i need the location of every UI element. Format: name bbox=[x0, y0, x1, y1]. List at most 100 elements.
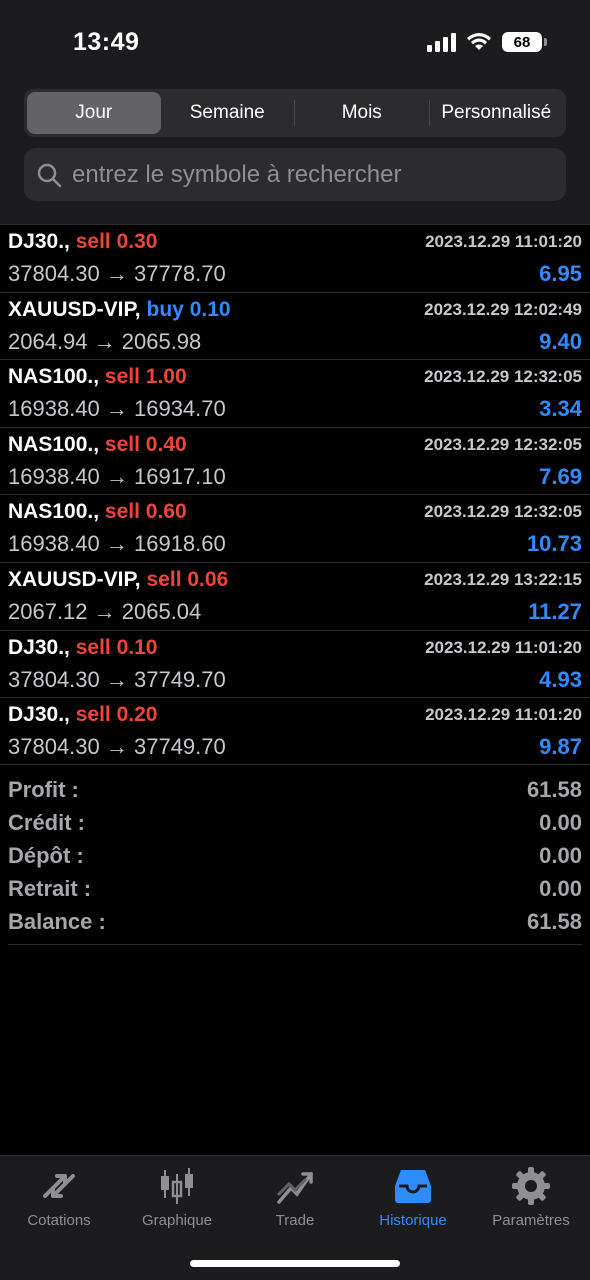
trade-volume: 1.00 bbox=[145, 365, 187, 389]
trade-side: sell bbox=[75, 635, 111, 659]
tab-personnalise[interactable]: Personnalisé bbox=[430, 92, 564, 134]
trade-prices: 16938.40 → 16918.60 bbox=[8, 531, 226, 557]
summary-label: Retrait : bbox=[8, 875, 92, 901]
summary-label: Profit : bbox=[8, 776, 79, 802]
summary-label: Crédit : bbox=[8, 809, 85, 835]
trade-volume: 0.06 bbox=[187, 567, 229, 591]
tab-label: Trade bbox=[275, 1212, 315, 1229]
tab-trade[interactable]: Trade bbox=[236, 1166, 354, 1229]
trade-symbol: XAUUSD-VIP, bbox=[8, 297, 141, 321]
quotes-arrows-icon bbox=[43, 1174, 75, 1198]
summary-deposit: Dépôt : 0.00 bbox=[0, 839, 590, 872]
trade-prices: 2067.12 → 2065.04 bbox=[8, 598, 202, 624]
trade-symbol: NAS100., bbox=[8, 432, 100, 456]
trade-row[interactable]: DJ30., sell 0.10 2023.12.29 11:01:20 378… bbox=[0, 629, 590, 698]
trade-time: 2023.12.29 12:32:05 bbox=[424, 502, 582, 522]
tab-label: Graphique bbox=[141, 1212, 213, 1229]
trade-symbol: DJ30., bbox=[8, 635, 70, 659]
trade-row[interactable]: XAUUSD-VIP, sell 0.06 2023.12.29 13:22:1… bbox=[0, 561, 590, 630]
summary-value: 0.00 bbox=[539, 809, 582, 835]
tab-historique[interactable]: Historique bbox=[354, 1166, 472, 1229]
tab-semaine[interactable]: Semaine bbox=[161, 92, 295, 134]
trade-profit: 7.69 bbox=[539, 463, 582, 489]
trade-profit: 3.34 bbox=[539, 396, 582, 422]
trade-history-list: DJ30., sell 0.30 2023.12.29 11:01:20 378… bbox=[0, 224, 590, 765]
trade-time: 2023.12.29 11:01:20 bbox=[425, 232, 582, 251]
inbox-history-icon bbox=[395, 1170, 431, 1203]
trade-prices: 37804.30 → 37749.70 bbox=[8, 734, 226, 760]
trade-trend-icon bbox=[277, 1172, 313, 1204]
search-placeholder: entrez le symbole à rechercher bbox=[72, 160, 402, 188]
trade-row[interactable]: NAS100., sell 0.60 2023.12.29 12:32:05 1… bbox=[0, 494, 590, 562]
top-header: 13:49 68 Jour Semaine Mois Personnalisé … bbox=[0, 0, 590, 224]
search-input[interactable]: entrez le symbole à rechercher bbox=[24, 148, 566, 201]
trade-symbol: XAUUSD-VIP, bbox=[8, 567, 141, 591]
trade-profit: 6.95 bbox=[539, 261, 582, 286]
trade-side: sell bbox=[75, 230, 111, 253]
search-icon bbox=[37, 163, 62, 187]
summary-value: 61.58 bbox=[526, 908, 582, 934]
home-indicator[interactable] bbox=[190, 1260, 400, 1267]
trade-time: 2023.12.29 13:22:15 bbox=[424, 569, 582, 589]
trade-row[interactable]: NAS100., sell 1.00 2023.12.29 12:32:05 1… bbox=[0, 359, 590, 427]
trade-side: sell bbox=[104, 432, 140, 456]
trade-time: 2023.12.29 12:32:05 bbox=[424, 434, 582, 454]
summary-withdrawal: Retrait : 0.00 bbox=[0, 872, 590, 905]
trade-symbol: DJ30., bbox=[8, 703, 70, 727]
gear-icon bbox=[512, 1167, 550, 1205]
trade-profit: 11.27 bbox=[528, 598, 582, 624]
battery-icon: 68 bbox=[502, 32, 547, 52]
trade-side: buy bbox=[146, 297, 184, 321]
trade-prices: 37804.30 → 37778.70 bbox=[8, 261, 226, 286]
tab-label: Paramètres bbox=[492, 1212, 570, 1229]
summary-balance: Balance : 61.58 bbox=[0, 905, 590, 938]
summary-value: 61.58 bbox=[526, 776, 582, 802]
trade-volume: 0.10 bbox=[116, 635, 158, 659]
tab-parametres[interactable]: Paramètres bbox=[472, 1166, 590, 1229]
trade-prices: 16938.40 → 16917.10 bbox=[8, 463, 226, 489]
wifi-icon bbox=[467, 33, 491, 50]
summary-value: 0.00 bbox=[539, 842, 582, 868]
trade-time: 2023.12.29 11:01:20 bbox=[425, 705, 582, 725]
summary-credit: Crédit : 0.00 bbox=[0, 806, 590, 839]
candlestick-chart-icon bbox=[161, 1168, 193, 1204]
tab-cotations[interactable]: Cotations bbox=[0, 1166, 118, 1229]
trade-row[interactable]: XAUUSD-VIP, buy 0.10 2023.12.29 12:02:49… bbox=[0, 291, 590, 360]
trade-row[interactable]: DJ30., sell 0.20 2023.12.29 11:01:20 378… bbox=[0, 697, 590, 765]
trade-time: 2023.12.29 11:01:20 bbox=[425, 637, 582, 657]
trade-symbol: NAS100., bbox=[8, 500, 100, 524]
trade-volume: 0.20 bbox=[116, 703, 158, 727]
trade-profit: 9.87 bbox=[539, 734, 582, 760]
status-time: 13:49 bbox=[73, 28, 140, 56]
trade-time: 2023.12.29 12:32:05 bbox=[424, 367, 582, 387]
tab-graphique[interactable]: Graphique bbox=[118, 1166, 236, 1229]
trade-time: 2023.12.29 12:02:49 bbox=[424, 299, 582, 319]
account-summary: Profit : 61.58 Crédit : 0.00 Dépôt : 0.0… bbox=[0, 773, 590, 938]
summary-value: 0.00 bbox=[539, 875, 582, 901]
trade-prices: 2064.94 → 2065.98 bbox=[8, 328, 202, 354]
summary-profit: Profit : 61.58 bbox=[0, 773, 590, 806]
trade-prices: 16938.40 → 16934.70 bbox=[8, 396, 226, 422]
trade-row[interactable]: NAS100., sell 0.40 2023.12.29 12:32:05 1… bbox=[0, 426, 590, 495]
trade-side: sell bbox=[146, 567, 182, 591]
trade-row[interactable]: DJ30., sell 0.30 2023.12.29 11:01:20 378… bbox=[0, 224, 590, 292]
tab-jour[interactable]: Jour bbox=[27, 92, 161, 134]
trade-volume: 0.40 bbox=[145, 432, 187, 456]
summary-label: Dépôt : bbox=[8, 842, 84, 868]
trade-side: sell bbox=[75, 703, 111, 727]
trade-side: sell bbox=[104, 365, 140, 389]
trade-symbol: DJ30., bbox=[8, 230, 70, 253]
summary-label: Balance : bbox=[8, 908, 106, 934]
status-icons: 68 bbox=[427, 32, 547, 52]
trade-profit: 10.73 bbox=[526, 531, 582, 557]
summary-divider bbox=[8, 944, 582, 945]
trade-profit: 4.93 bbox=[539, 666, 582, 692]
cellular-signal-icon bbox=[427, 32, 456, 52]
tab-mois[interactable]: Mois bbox=[295, 92, 429, 134]
trade-volume: 0.10 bbox=[189, 297, 231, 321]
trade-profit: 9.40 bbox=[539, 328, 582, 354]
trade-prices: 37804.30 → 37749.70 bbox=[8, 666, 226, 692]
trade-volume: 0.60 bbox=[145, 500, 187, 524]
trade-symbol: NAS100., bbox=[8, 365, 100, 389]
tab-label: Historique bbox=[379, 1212, 447, 1229]
